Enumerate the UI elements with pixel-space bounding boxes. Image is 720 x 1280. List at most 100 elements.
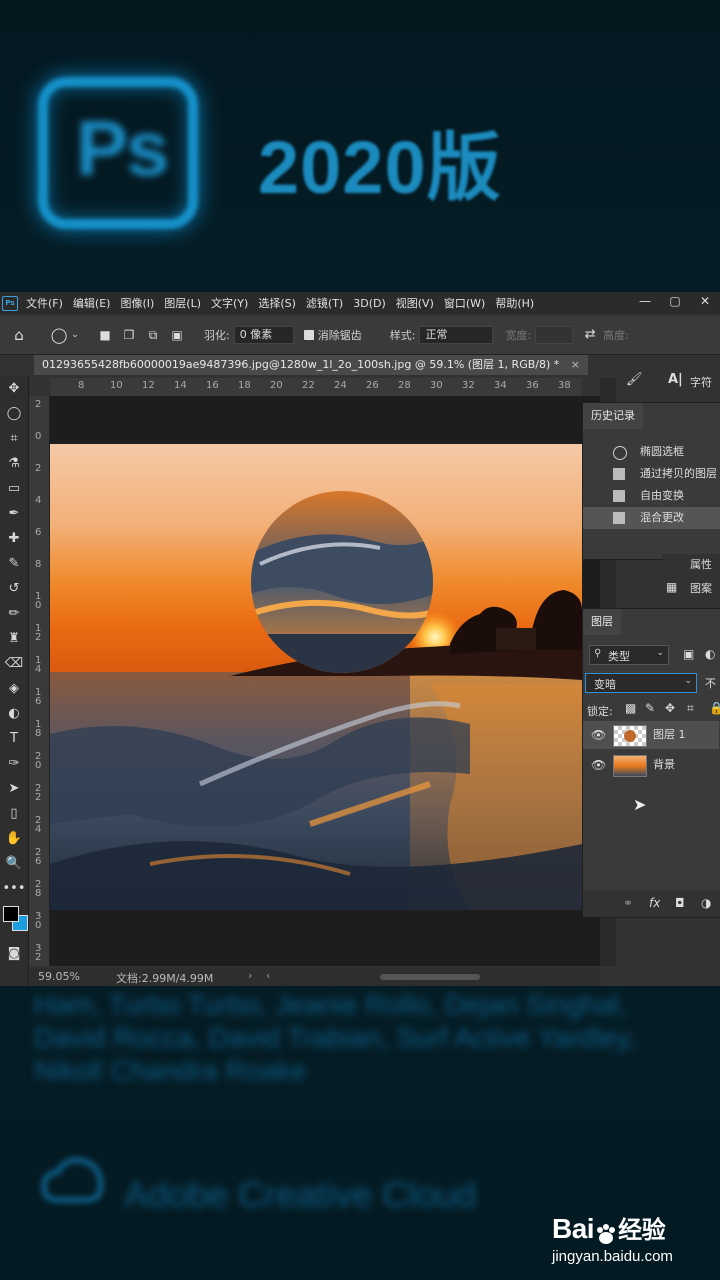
menu-image[interactable]: 图像(I) [120, 295, 154, 311]
link-icon[interactable]: ⚭ [623, 896, 633, 910]
history-item[interactable]: 椭圆选框 [583, 441, 720, 463]
ellipse-marquee-icon[interactable]: ◯ [48, 324, 70, 346]
brush2-icon[interactable]: ✏ [0, 601, 28, 626]
new-selection-icon[interactable]: ■ [94, 324, 116, 346]
menu-select[interactable]: 选择(S) [258, 295, 296, 311]
tools-panel: ✥ ◯ ⌗ ⚗ ▭ ✒ ✚ ✎ ↺ ✏ ♜ ⌫ ◈ ◐ T ✑ ➤ ▯ ✋ 🔍 … [0, 376, 29, 986]
history-item[interactable]: 自由变换 [583, 485, 720, 507]
layer-thumbnail [613, 725, 647, 747]
frame-icon[interactable]: ▭ [0, 476, 28, 501]
move-icon[interactable]: ✥ [0, 376, 28, 401]
zoom-icon[interactable]: 🔍 [0, 851, 28, 876]
ruler-tick-label: 1 0 [35, 591, 42, 611]
pattern-icon[interactable]: ▦ [666, 580, 677, 594]
adjust-filter-icon[interactable]: ◐ [705, 647, 715, 661]
antialias-checkbox[interactable] [303, 330, 314, 340]
add-selection-icon[interactable]: ❐ [118, 324, 140, 346]
type-icon[interactable]: T [0, 726, 28, 751]
subtract-selection-icon[interactable]: ⧉ [142, 324, 164, 346]
lock-image-icon[interactable]: ✎ [645, 701, 655, 715]
menu-layer[interactable]: 图层(L) [164, 295, 201, 311]
blend-mode-select[interactable]: 变暗 ⌄ [585, 673, 697, 693]
layer-name: 图层 1 [653, 728, 686, 741]
zoom-level[interactable]: 59.05% [38, 970, 80, 983]
side-panel-items: 属性 ▦ 图案 [662, 554, 720, 596]
hand-icon[interactable]: ✋ [0, 826, 28, 851]
eyedropper-icon[interactable]: ⚗ [0, 451, 28, 476]
pen-tool-icon[interactable]: ✒ [0, 501, 28, 526]
intersect-selection-icon[interactable]: ▣ [166, 324, 188, 346]
menu-help[interactable]: 帮助(H) [495, 295, 534, 311]
brush-settings-icon[interactable]: 🖌 [626, 372, 643, 387]
stamp-icon[interactable]: ♜ [0, 626, 28, 651]
lock-all-icon[interactable]: 🔒 [709, 701, 720, 715]
width-input[interactable] [535, 326, 574, 344]
menu-window[interactable]: 窗口(W) [444, 295, 485, 311]
character-panel-label[interactable]: 字符 [690, 374, 712, 390]
rect-shape-icon[interactable]: ▯ [0, 801, 28, 826]
history-item-selected[interactable]: 混合更改 [583, 507, 720, 529]
image-filter-icon[interactable]: ▣ [683, 647, 694, 661]
style-select[interactable]: 正常 [419, 326, 494, 344]
more-icon[interactable]: ••• [0, 876, 28, 901]
lock-transparent-icon[interactable]: ▩ [625, 701, 636, 715]
menu-file[interactable]: 文件(F) [26, 295, 63, 311]
pattern-label[interactable]: 图案 [690, 580, 712, 596]
doc-icon [613, 490, 625, 502]
layer-row[interactable]: 👁 背景 [583, 751, 719, 779]
healing-icon[interactable]: ✚ [0, 526, 28, 551]
close-window-button[interactable]: ✕ [690, 292, 720, 310]
gradient-icon[interactable]: ◈ [0, 676, 28, 701]
menu-type[interactable]: 文字(Y) [211, 295, 248, 311]
ps-app-icon[interactable]: Ps [2, 295, 18, 311]
maximize-button[interactable]: ▢ [660, 292, 690, 310]
scroll-left-icon[interactable]: ‹ [266, 969, 270, 982]
character-icon[interactable]: A| [668, 372, 683, 387]
ruler-tick-label: 12 [142, 380, 155, 391]
layer-filter-select[interactable]: ⚲ 类型 ⌄ [589, 645, 669, 665]
menu-view[interactable]: 视图(V) [396, 295, 434, 311]
fx-icon[interactable]: fx [649, 896, 660, 910]
brush-icon[interactable]: ✎ [0, 551, 28, 576]
layers-panel-tab[interactable]: 图层 [583, 609, 621, 635]
ruler-tick-label: 1 6 [35, 687, 42, 707]
path-select-icon[interactable]: ➤ [0, 776, 28, 801]
foreground-color-swatch[interactable] [3, 906, 19, 922]
horizontal-scrollbar[interactable] [380, 974, 480, 980]
dodge-icon[interactable]: ◐ [0, 701, 28, 726]
eraser-icon[interactable]: ⌫ [0, 651, 28, 676]
close-tab-icon[interactable]: × [571, 358, 580, 371]
visibility-eye-icon[interactable]: 👁 [591, 751, 606, 779]
layer-row-selected[interactable]: 👁 图层 1 [583, 721, 719, 749]
chevron-right-icon[interactable]: › [248, 969, 252, 982]
canvas-area[interactable] [50, 396, 600, 966]
chevron-down-icon[interactable]: ⌄ [70, 324, 80, 346]
menu-3d[interactable]: 3D(D) [353, 297, 386, 310]
menu-edit[interactable]: 编辑(E) [73, 295, 111, 311]
history-item[interactable]: 通过拷贝的图层 [583, 463, 720, 485]
history-panel-tab[interactable]: 历史记录 [583, 403, 643, 429]
document-tab[interactable]: 01293655428fb60000019ae9487396.jpg@1280w… [34, 355, 588, 375]
lock-artboard-icon[interactable]: ⌗ [687, 701, 694, 716]
crop-icon[interactable]: ⌗ [0, 426, 28, 451]
adjust-icon[interactable]: ◑ [701, 896, 711, 910]
quick-mask-icon[interactable]: ◙ [0, 941, 28, 966]
lock-label: 锁定: [587, 705, 613, 718]
visibility-eye-icon[interactable]: 👁 [591, 721, 606, 749]
history-brush-icon[interactable]: ↺ [0, 576, 28, 601]
properties-label[interactable]: 属性 [690, 556, 712, 572]
ruler-tick-label: 22 [302, 380, 315, 391]
logo-text: Ps [76, 104, 169, 192]
menu-filter[interactable]: 滤镜(T) [306, 295, 343, 311]
feather-label: 羽化: [204, 329, 230, 342]
ruler-tick-label: 30 [430, 380, 443, 391]
minimize-button[interactable]: — [630, 292, 660, 310]
feather-input[interactable]: 0 像素 [233, 326, 294, 344]
mask-icon[interactable]: ◘ [675, 896, 685, 910]
home-icon[interactable]: ⌂ [8, 324, 30, 346]
lock-position-icon[interactable]: ✥ [665, 701, 675, 715]
swap-icon[interactable]: ⇄ [579, 324, 601, 346]
height-label: 高度: [603, 329, 629, 342]
pen-icon[interactable]: ✑ [0, 751, 28, 776]
marquee-icon[interactable]: ◯ [0, 401, 28, 426]
